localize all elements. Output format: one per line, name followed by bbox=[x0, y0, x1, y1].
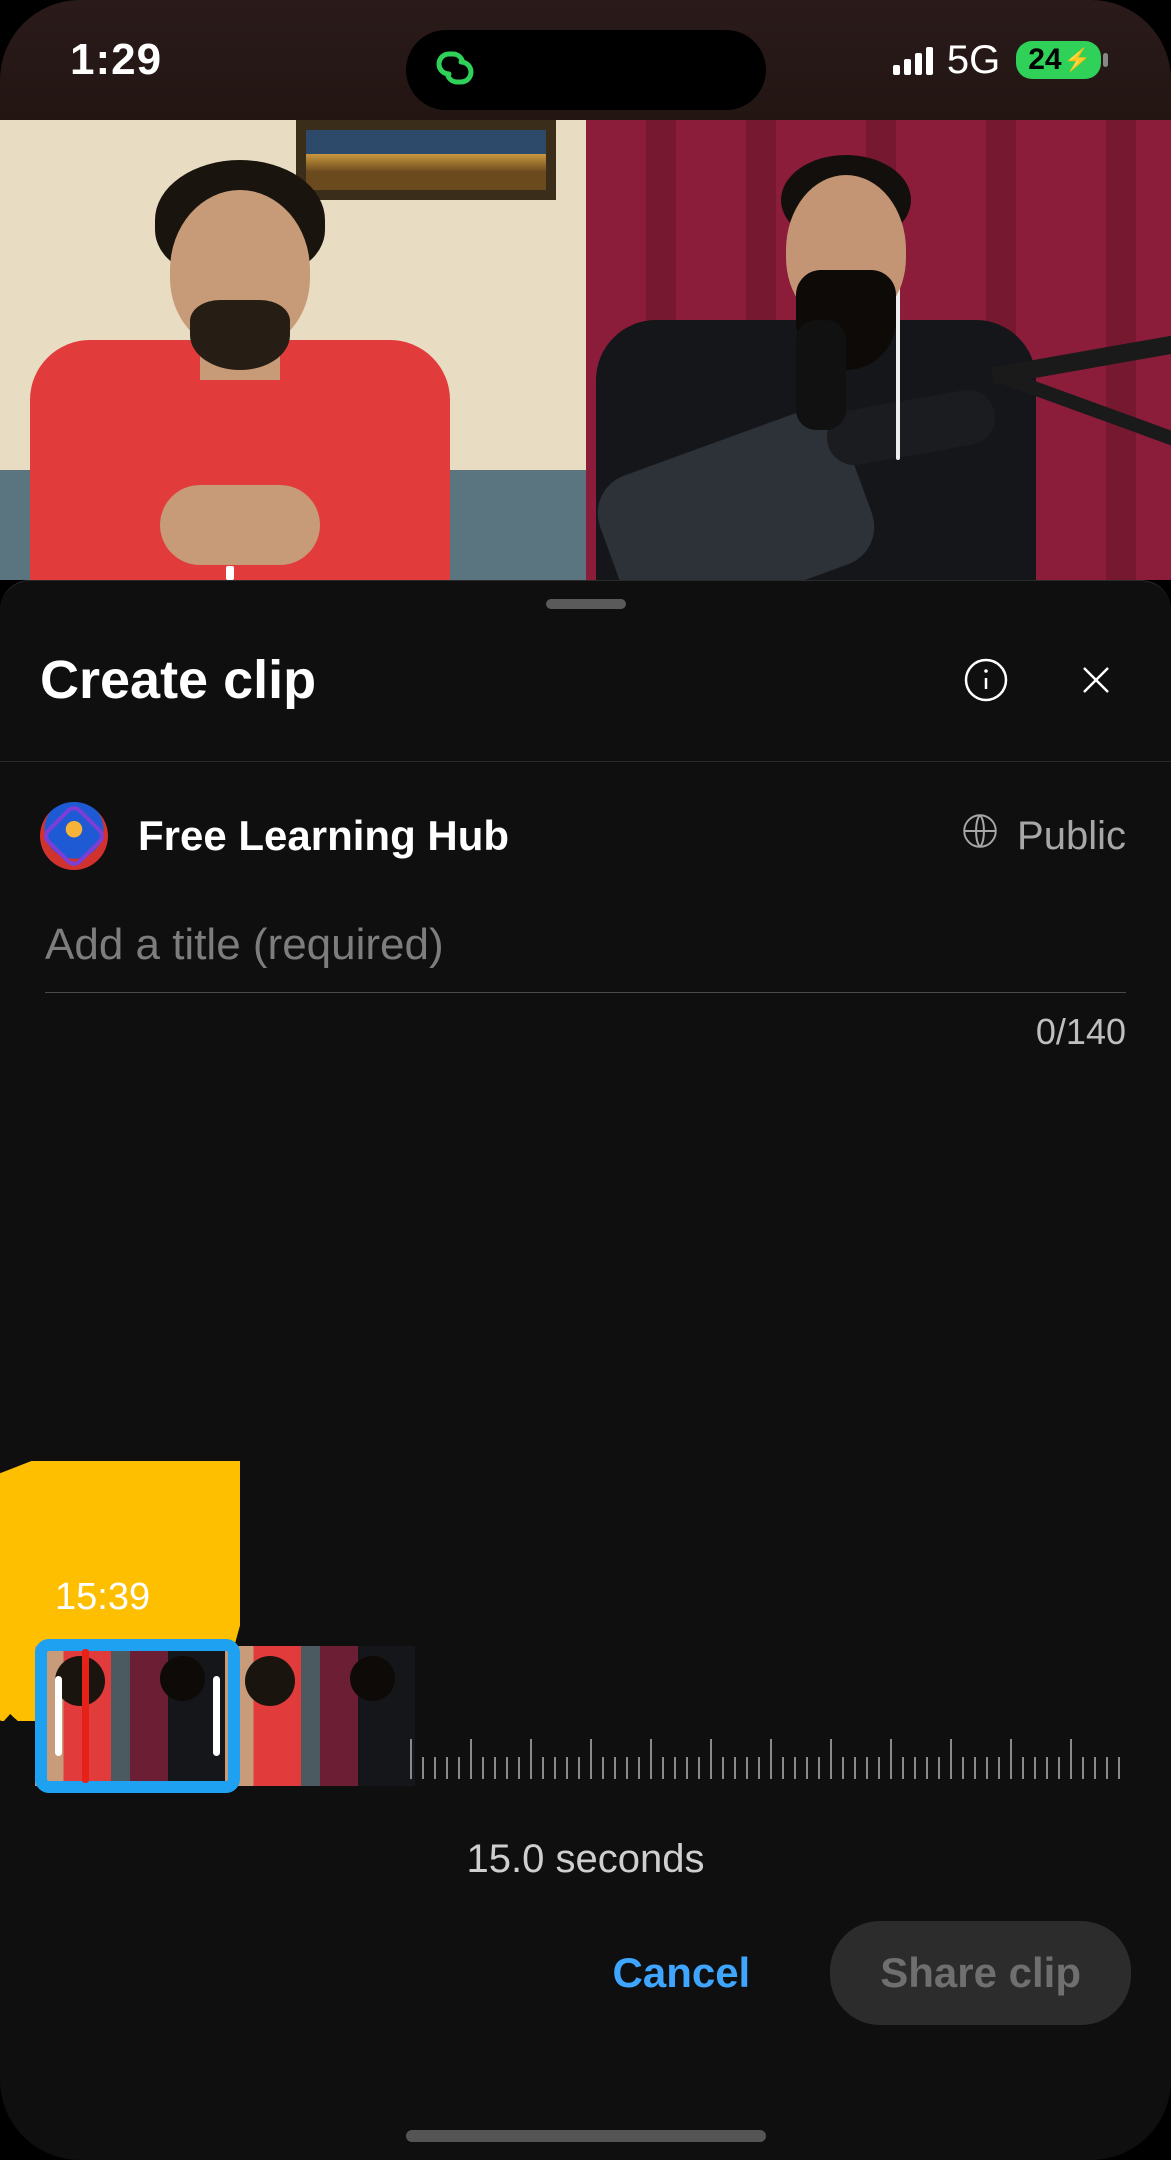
battery-percent: 24 bbox=[1028, 43, 1061, 77]
globe-icon bbox=[959, 810, 1001, 862]
timeline-thumb bbox=[225, 1646, 320, 1786]
status-bar: 1:29 5G 24 ⚡ bbox=[0, 0, 1171, 120]
channel-row: Free Learning Hub Public bbox=[0, 762, 1171, 900]
status-right: 5G 24 ⚡ bbox=[893, 38, 1101, 83]
timeline-thumbnails bbox=[35, 1646, 415, 1786]
clip-duration-label: 15.0 seconds bbox=[0, 1837, 1171, 1882]
share-clip-button[interactable]: Share clip bbox=[830, 1921, 1131, 2025]
channel-avatar[interactable] bbox=[40, 802, 108, 870]
video-left-pane bbox=[0, 120, 586, 580]
cancel-button[interactable]: Cancel bbox=[583, 1929, 781, 2017]
battery-indicator: 24 ⚡ bbox=[1016, 41, 1101, 79]
close-button[interactable] bbox=[1071, 655, 1121, 705]
timeline-time-label: 15:39 bbox=[55, 1576, 150, 1619]
sheet-title: Create clip bbox=[40, 649, 316, 711]
timeline-thumb bbox=[320, 1646, 415, 1786]
visibility-selector[interactable]: Public bbox=[959, 810, 1126, 862]
network-label: 5G bbox=[947, 38, 1000, 83]
sheet-grabber[interactable] bbox=[546, 599, 626, 609]
device-frame: 1:29 5G 24 ⚡ bbox=[0, 0, 1171, 2160]
video-preview[interactable] bbox=[0, 120, 1171, 580]
clip-timeline[interactable] bbox=[35, 1631, 1136, 1801]
visibility-label: Public bbox=[1017, 814, 1126, 859]
sheet-header: Create clip bbox=[0, 609, 1171, 762]
channel-name: Free Learning Hub bbox=[138, 812, 929, 860]
create-clip-sheet: Create clip Free Learning Hub Public bbox=[0, 580, 1171, 2160]
signal-icon bbox=[893, 45, 933, 75]
timeline-ticks bbox=[410, 1729, 1136, 1779]
timeline-thumb bbox=[130, 1646, 225, 1786]
clip-title-input[interactable] bbox=[45, 900, 1126, 993]
video-playhead bbox=[226, 566, 234, 580]
video-right-pane bbox=[586, 120, 1171, 580]
char-count: 0/140 bbox=[0, 993, 1171, 1053]
home-indicator[interactable] bbox=[406, 2130, 766, 2142]
timeline-playhead[interactable] bbox=[82, 1649, 89, 1783]
charging-icon: ⚡ bbox=[1064, 47, 1091, 73]
status-time: 1:29 bbox=[70, 35, 162, 85]
footer-actions: Cancel Share clip bbox=[0, 1891, 1171, 2055]
title-input-wrap bbox=[0, 900, 1171, 993]
dynamic-island[interactable] bbox=[406, 30, 766, 110]
link-icon bbox=[431, 44, 479, 97]
info-button[interactable] bbox=[961, 655, 1011, 705]
